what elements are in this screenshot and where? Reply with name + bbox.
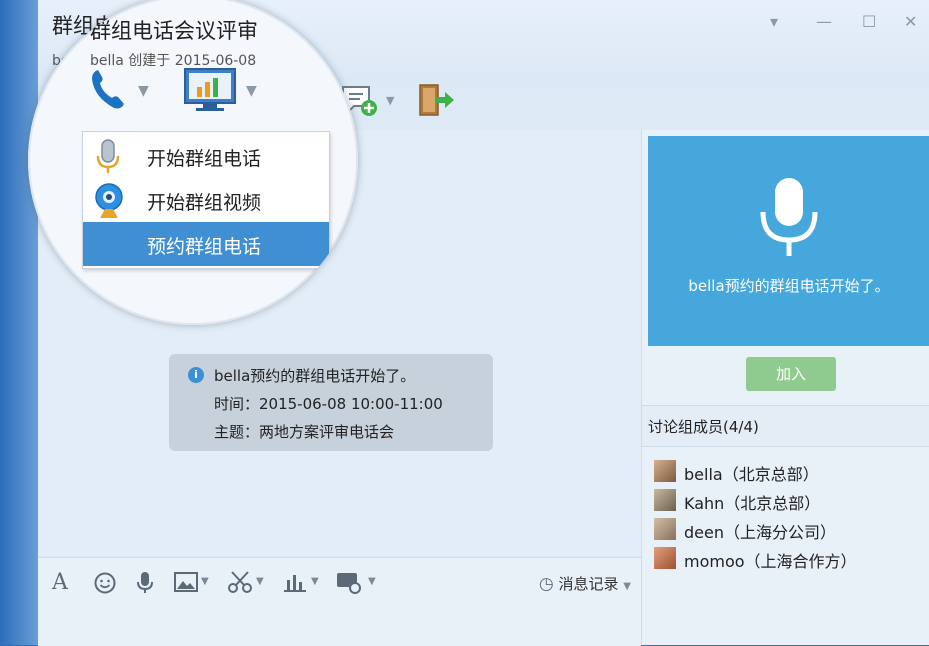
members-header-label: 讨论组成员(4/4) [648, 418, 759, 436]
menu-item-start-group-video[interactable]: 开始群组视频 [83, 178, 329, 222]
system-message-topic: 主题：两地方案评审电话会 [214, 423, 395, 441]
avatar [654, 489, 676, 511]
minimize-icon[interactable]: — [816, 12, 832, 31]
microphone-icon [96, 139, 120, 173]
avatar [654, 460, 676, 482]
message-history-label: 消息记录 [558, 575, 619, 593]
phone-icon[interactable] [90, 67, 126, 111]
add-message-caret-icon[interactable]: ▼ [386, 94, 394, 107]
member-name: deen（上海分公司） [684, 523, 836, 542]
call-dropdown-menu: 开始群组电话 开始群组视频 预约群组电话 [82, 131, 330, 269]
emoji-icon[interactable] [94, 572, 116, 594]
scissors-icon[interactable] [228, 571, 252, 593]
chart-icon[interactable] [284, 572, 306, 592]
microphone-icon [760, 178, 818, 256]
call-status-text: bella预约的群组电话开始了。 [688, 277, 890, 295]
member-name: Kahn（北京总部） [684, 494, 821, 513]
screenshot-icon[interactable] [336, 572, 362, 594]
member-name: bella（北京总部） [684, 465, 819, 484]
member-item[interactable]: deen（上海分公司） [654, 516, 924, 542]
group-call-card: bella预约的群组电话开始了。 [648, 136, 929, 346]
join-button[interactable]: 加入 [746, 357, 836, 391]
screen-share-caret-icon[interactable]: ▼ [246, 83, 257, 99]
screen-share-icon[interactable] [183, 67, 237, 113]
close-icon[interactable]: ✕ [904, 12, 917, 31]
avatar [654, 518, 676, 540]
system-message: i bella预约的群组电话开始了。 时间：2015-06-08 10:00-1… [169, 354, 493, 451]
menu-item-start-group-call[interactable]: 开始群组电话 [83, 134, 329, 178]
menu-item-label: 预约群组电话 [147, 236, 262, 258]
members-header: 讨论组成员(4/4) [642, 405, 929, 447]
member-name: momoo（上海合作方） [684, 552, 857, 571]
history-caret-icon: ▼ [623, 581, 631, 592]
system-message-title: bella预约的群组电话开始了。 [214, 367, 416, 385]
screenshot-caret-icon[interactable]: ▼ [368, 576, 376, 587]
chart-caret-icon[interactable]: ▼ [311, 576, 319, 587]
webcam-icon [95, 183, 123, 218]
desktop-edge [0, 0, 38, 645]
scissors-caret-icon[interactable]: ▼ [256, 576, 264, 587]
menu-item-label: 开始群组视频 [147, 192, 262, 214]
info-icon: i [188, 367, 204, 383]
menu-item-schedule-group-call[interactable]: 预约群组电话 [83, 222, 329, 266]
system-message-time: 时间：2015-06-08 10:00-11:00 [214, 395, 443, 413]
voice-icon[interactable] [136, 571, 154, 595]
image-caret-icon[interactable]: ▼ [201, 576, 209, 587]
image-icon[interactable] [174, 572, 198, 592]
member-item[interactable]: bella（北京总部） [654, 458, 924, 484]
exit-icon[interactable] [418, 83, 456, 117]
message-history-button[interactable]: ◷ 消息记录 ▼ [539, 573, 631, 594]
member-item[interactable]: momoo（上海合作方） [654, 545, 924, 571]
dropdown-icon[interactable]: ▾ [770, 12, 778, 31]
input-toolbar: A ▼ ▼ ▼ ▼ ◷ 消息记录 ▼ [38, 557, 641, 646]
right-panel: bella预约的群组电话开始了。 加入 讨论组成员(4/4) bella（北京总… [641, 130, 929, 645]
group-chat-window: 群组电话会议评审 bella 创建于 2015-06-08 ▾ — ☐ ✕ ▼ [28, 0, 929, 646]
phone-caret-icon[interactable]: ▼ [138, 83, 149, 99]
font-icon[interactable]: A [52, 570, 68, 595]
magnified-title: 群组电话会议评审 [90, 19, 258, 43]
magnifier-callout: 群组电话会议评审 bella 创建于 2015-06-08 ▼ ▼ 开始群组电话… [28, 0, 358, 325]
maximize-icon[interactable]: ☐ [862, 12, 876, 31]
menu-item-label: 开始群组电话 [147, 148, 262, 170]
clock-icon: ◷ [538, 574, 554, 594]
member-item[interactable]: Kahn（北京总部） [654, 487, 924, 513]
avatar [654, 547, 676, 569]
